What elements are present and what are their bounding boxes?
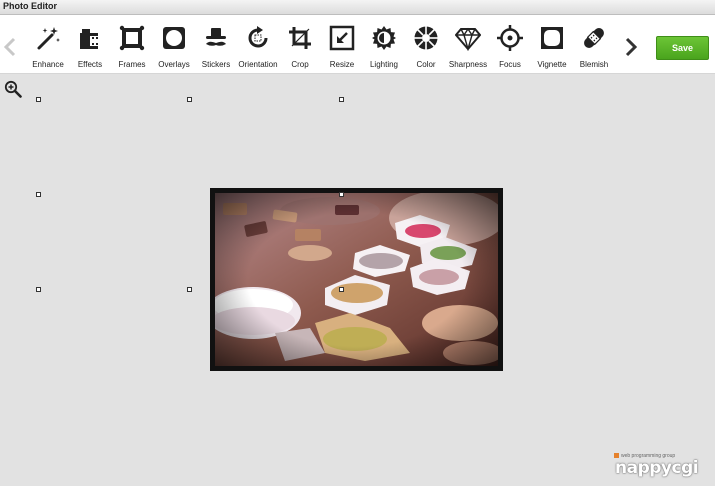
sun-icon bbox=[372, 26, 396, 50]
tool-color[interactable]: Color bbox=[404, 25, 448, 73]
tool-blemish[interactable]: Blemish bbox=[572, 25, 616, 73]
mustache-hat-icon bbox=[206, 28, 226, 46]
tool-lighting[interactable]: Lighting bbox=[362, 25, 406, 73]
bandage-icon bbox=[584, 28, 604, 48]
tool-label: Lighting bbox=[369, 60, 399, 69]
save-button[interactable]: Save bbox=[656, 36, 709, 60]
crop-icon bbox=[289, 27, 311, 49]
overlay-icon bbox=[163, 27, 185, 49]
selection-handle[interactable] bbox=[36, 287, 41, 292]
title-bar: Photo Editor bbox=[0, 0, 715, 15]
tool-label: Vignette bbox=[537, 60, 567, 69]
tool-resize[interactable]: Resize bbox=[320, 25, 364, 73]
tool-label: Effects bbox=[77, 60, 103, 69]
resize-icon bbox=[329, 25, 355, 51]
frame-icon bbox=[119, 25, 145, 51]
tool-vignette[interactable]: Vignette bbox=[530, 25, 574, 73]
color-wheel-icon bbox=[414, 26, 438, 50]
tool-overlays[interactable]: Overlays bbox=[152, 25, 196, 73]
selection-handle[interactable] bbox=[187, 287, 192, 292]
tool-label: Orientation bbox=[238, 60, 278, 69]
window-title: Photo Editor bbox=[3, 1, 57, 11]
photo-preview[interactable] bbox=[210, 188, 503, 371]
zoom-in-icon[interactable] bbox=[4, 80, 22, 98]
food-photo bbox=[215, 193, 498, 366]
tool-label: Stickers bbox=[201, 60, 231, 69]
tool-label: Sharpness bbox=[448, 60, 488, 69]
tool-stickers[interactable]: Stickers bbox=[194, 25, 238, 73]
film-icon bbox=[80, 29, 100, 49]
selection-handle[interactable] bbox=[187, 97, 192, 102]
toolbar: Enhance Effects Frames Overlays Stickers… bbox=[0, 15, 715, 74]
tool-label: Focus bbox=[499, 60, 521, 69]
tool-crop[interactable]: Crop bbox=[278, 25, 322, 73]
chevron-left-icon[interactable] bbox=[3, 37, 17, 57]
selection-handle[interactable] bbox=[339, 192, 344, 197]
tool-label: Resize bbox=[329, 60, 355, 69]
tool-label: Enhance bbox=[32, 60, 64, 69]
tool-sharpness[interactable]: Sharpness bbox=[446, 25, 490, 73]
tool-label: Color bbox=[416, 60, 436, 69]
tool-label: Overlays bbox=[158, 60, 190, 69]
tool-label: Blemish bbox=[579, 60, 609, 69]
tool-label: Frames bbox=[118, 60, 146, 69]
brand-name: nappycgi bbox=[615, 458, 699, 478]
brand-watermark: web programming group nappycgi bbox=[613, 453, 708, 479]
crosshair-icon bbox=[497, 25, 523, 51]
selection-handle[interactable] bbox=[36, 97, 41, 102]
selection-handle[interactable] bbox=[36, 192, 41, 197]
rotate-icon bbox=[248, 26, 268, 48]
selection-handle[interactable] bbox=[339, 287, 344, 292]
tool-orientation[interactable]: Orientation bbox=[236, 25, 280, 73]
tool-effects[interactable]: Effects bbox=[68, 25, 112, 73]
tool-frames[interactable]: Frames bbox=[110, 25, 154, 73]
tool-label: Crop bbox=[291, 60, 309, 69]
diamond-icon bbox=[455, 27, 481, 51]
selection-handle[interactable] bbox=[339, 97, 344, 102]
chevron-right-icon[interactable] bbox=[624, 37, 638, 57]
tool-focus[interactable]: Focus bbox=[488, 25, 532, 73]
vignette-icon bbox=[541, 27, 563, 49]
tool-enhance[interactable]: Enhance bbox=[26, 25, 70, 73]
magic-wand-icon bbox=[37, 27, 60, 50]
